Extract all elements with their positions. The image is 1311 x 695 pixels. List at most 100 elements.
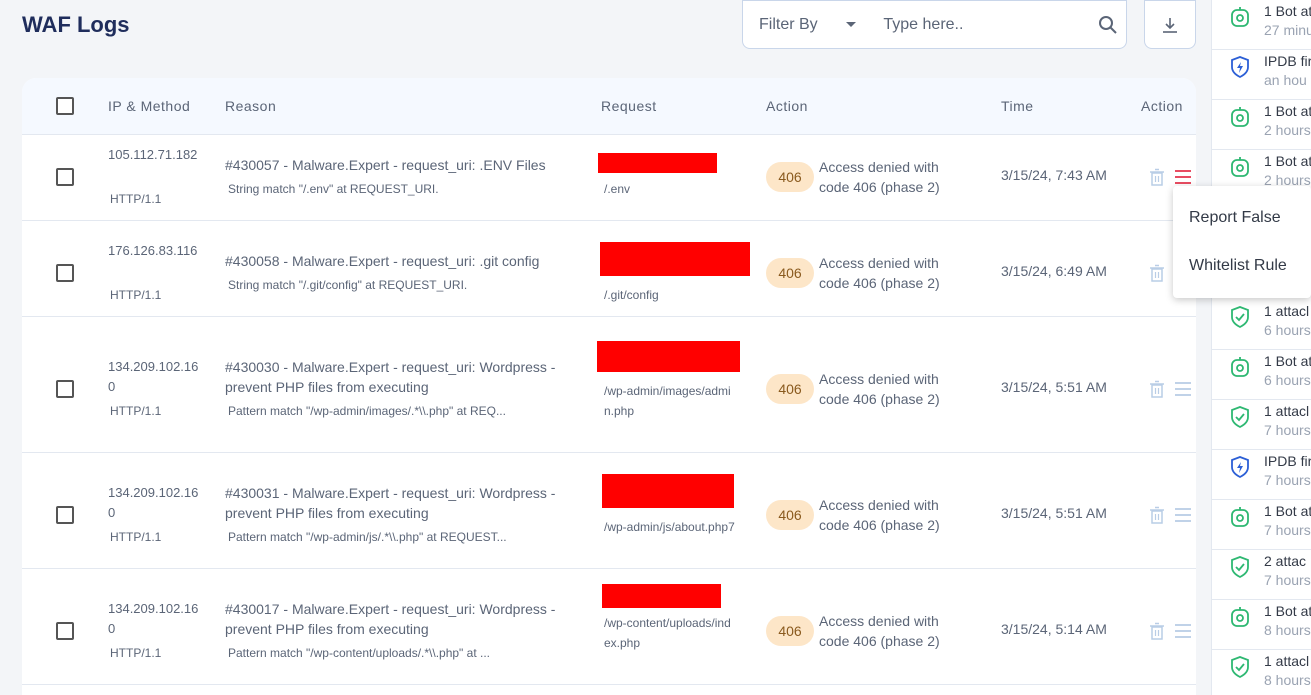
reason-detail: Pattern match "/wp-admin/js/.*\\.php" at… [228,530,507,544]
feed-item[interactable]: 1 Bot at 6 hours [1212,350,1311,400]
trash-icon[interactable] [1147,379,1167,399]
col-request[interactable]: Request [601,98,657,114]
feed-time: 6 hours [1264,372,1311,388]
menu-icon[interactable] [1173,379,1193,399]
feed-title: 1 attacl [1264,303,1310,319]
feed-title: 1 Bot at [1264,103,1311,119]
feed-item[interactable]: 1 Bot at 27 minu [1212,0,1311,50]
redacted-host [600,242,750,276]
action-message: Access denied with code 406 (phase 2) [819,497,940,533]
feed-time: 27 minu [1264,22,1311,38]
table-row: 134.209.102.160 HTTP/1.1 #430017 - Malwa… [22,569,1196,685]
col-time[interactable]: Time [1001,98,1034,114]
bot-icon [1231,107,1249,127]
action-message: Access denied with code 406 (phase 2) [819,371,940,407]
timestamp: 3/15/24, 5:51 AM [1001,505,1107,521]
bot-icon [1231,607,1249,627]
feed-title: IPDB fir [1264,53,1311,69]
menu-icon[interactable] [1173,505,1193,525]
table-row: 105.112.71.182 HTTP/1.1 #430057 - Malwar… [22,135,1196,221]
row-checkbox[interactable] [56,622,74,640]
feed-time: 7 hours [1264,472,1311,488]
feed-item[interactable]: 1 attacl 6 hours [1212,300,1311,350]
shield-check-icon [1231,556,1249,579]
feed-item[interactable]: 1 Bot at 2 hours [1212,100,1311,150]
status-code-badge: 406 [766,258,814,288]
status-code-badge: 406 [766,500,814,530]
report-false-menu-item[interactable]: Report False [1189,209,1281,227]
timestamp: 3/15/24, 6:49 AM [1001,263,1107,279]
feed-item[interactable]: IPDB fir an hou [1212,50,1311,100]
col-ip-method[interactable]: IP & Method [108,98,190,114]
shield-check-icon [1231,406,1249,429]
row-checkbox[interactable] [56,380,74,398]
feed-title: 1 Bot at [1264,3,1311,19]
request-path: /.git/config [604,288,659,302]
timestamp: 3/15/24, 7:43 AM [1001,167,1107,183]
trash-icon[interactable] [1147,621,1167,641]
reason-detail: String match "/.git/config" at REQUEST_U… [228,278,468,292]
feed-title: IPDB fir [1264,453,1311,469]
reason-title: #430058 - Malware.Expert - request_uri: … [225,253,540,269]
row-checkbox[interactable] [56,168,74,186]
menu-icon[interactable] [1173,621,1193,641]
feed-item[interactable]: 1 attacl 8 hours [1212,650,1311,695]
whitelist-rule-menu-item[interactable]: Whitelist Rule [1189,257,1287,275]
search-input[interactable] [869,15,1091,34]
col-action[interactable]: Action [766,98,808,114]
redacted-host [598,153,717,173]
feed-time: 8 hours [1264,672,1311,688]
feed-time: 8 hours [1264,622,1311,638]
menu-icon[interactable] [1173,167,1193,187]
timestamp: 3/15/24, 5:14 AM [1001,621,1107,637]
feed-item[interactable]: 1 Bot at 8 hours [1212,600,1311,650]
trash-icon[interactable] [1147,263,1167,283]
col-row-actions: Action [1141,98,1183,114]
row-checkbox[interactable] [56,264,74,282]
feed-time: 6 hours [1264,322,1311,338]
search-icon[interactable] [1090,15,1126,35]
row-checkbox[interactable] [56,506,74,524]
feed-title: 1 attacl [1264,653,1310,669]
activity-feed: 1 Bot at 27 minu IPDB fir an hou 1 Bot a… [1211,0,1311,695]
http-method: HTTP/1.1 [110,646,162,660]
reason-detail: Pattern match "/wp-admin/images/.*\\.php… [228,404,506,418]
feed-title: 1 Bot at [1264,503,1311,519]
filter-by-select[interactable]: Filter By [743,16,869,34]
reason-title: #430030 - Malware.Expert - request_uri: … [225,359,556,395]
http-method: HTTP/1.1 [110,530,162,544]
bot-icon [1231,157,1249,177]
reason-title: #430017 - Malware.Expert - request_uri: … [225,601,556,637]
table-row: 134.209.102.160 HTTP/1.1 #430030 - Malwa… [22,317,1196,453]
table-row: 176.126.83.116 HTTP/1.1 #430058 - Malwar… [22,221,1196,317]
feed-item[interactable]: IPDB fir 7 hours [1212,450,1311,500]
trash-icon[interactable] [1147,167,1167,187]
feed-title: 1 attacl [1264,403,1310,419]
reason-title: #430031 - Malware.Expert - request_uri: … [225,485,556,521]
status-code-badge: 406 [766,616,814,646]
http-method: HTTP/1.1 [110,288,162,302]
chevron-down-icon [845,22,856,27]
feed-title: 1 Bot at [1264,353,1311,369]
ip-address: 105.112.71.182 [108,147,198,162]
redacted-host [602,474,734,508]
feed-time: 2 hours [1264,122,1311,138]
action-message: Access denied with code 406 (phase 2) [819,255,940,291]
col-reason[interactable]: Reason [225,98,276,114]
redacted-host [597,341,740,372]
download-button[interactable] [1144,0,1196,49]
feed-time: 7 hours [1264,572,1311,588]
feed-item[interactable]: 1 Bot at 7 hours [1212,500,1311,550]
feed-item[interactable]: 2 attac 7 hours [1212,550,1311,600]
feed-item[interactable]: 1 attacl 7 hours [1212,400,1311,450]
select-all-checkbox[interactable] [56,97,74,115]
download-icon [1163,17,1177,33]
trash-icon[interactable] [1147,505,1167,525]
row-action-menu: Report False Whitelist Rule [1173,186,1311,298]
feed-time: 7 hours [1264,522,1311,538]
feed-title: 1 Bot at [1264,603,1311,619]
ip-address: 134.209.102.160 [108,485,199,520]
table-header: IP & Method Reason Request Action Time A… [22,78,1196,135]
ip-address: 176.126.83.116 [108,243,198,258]
status-code-badge: 406 [766,374,814,404]
